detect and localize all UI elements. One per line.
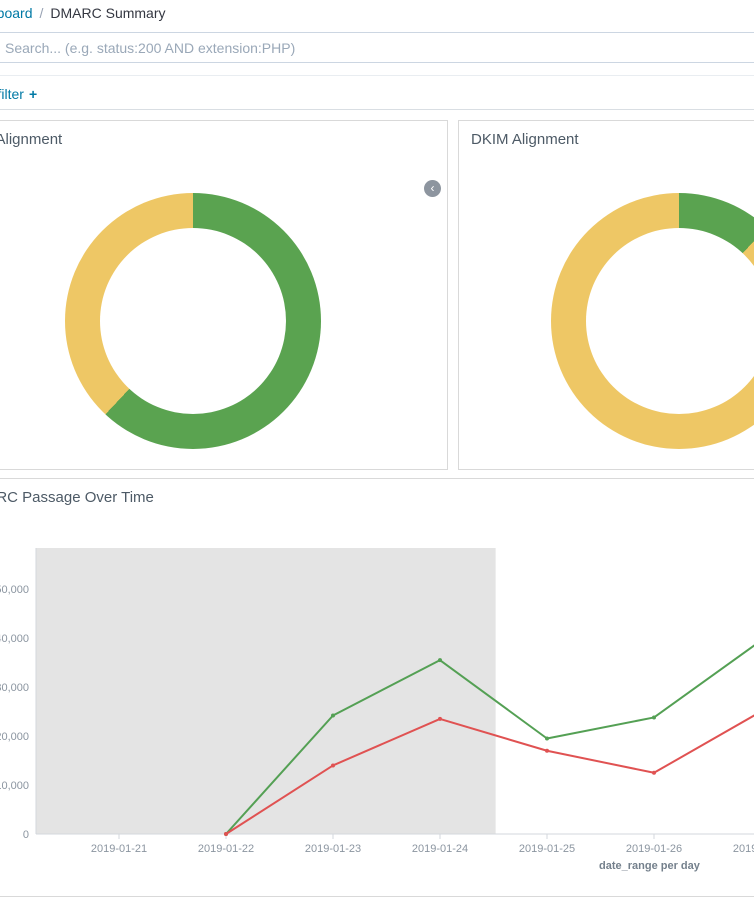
- donut-chart-spf[interactable]: [65, 193, 321, 449]
- panel-spf-alignment: SPF Alignment ‹: [0, 120, 448, 470]
- data-point-green[interactable]: [545, 737, 549, 741]
- panel-dmarc-passage: DMARC Passage Over Time 2019-01-212019-0…: [0, 478, 754, 897]
- x-axis-tick-label: 2019-01-24: [412, 843, 468, 855]
- data-point-green[interactable]: [652, 715, 656, 719]
- data-point-red[interactable]: [331, 763, 335, 767]
- data-point-red[interactable]: [224, 832, 228, 836]
- y-axis-tick-label: 0: [23, 829, 29, 841]
- x-axis-tick-label: 2019-01-25: [519, 843, 575, 855]
- data-point-red[interactable]: [545, 749, 549, 753]
- chevron-left-icon: ‹: [431, 181, 435, 195]
- breadcrumb-separator: /: [40, 5, 44, 21]
- data-point-green[interactable]: [331, 713, 335, 717]
- filter-bar-divider: [0, 109, 754, 110]
- add-filter-link[interactable]: Add a filter +: [0, 86, 37, 102]
- panel-title-dkim: DKIM Alignment: [471, 131, 579, 148]
- x-axis-tick-label: 2019-01-23: [305, 843, 361, 855]
- kibana-dashboard-page: Dashboard / DMARC Summary Add a filter + SP…: [0, 0, 754, 898]
- data-point-green[interactable]: [438, 658, 442, 662]
- x-axis-tick-label: 2019-01-22: [198, 843, 254, 855]
- query-bar-divider: [0, 75, 754, 76]
- y-axis-tick-label: 30,000: [0, 682, 29, 694]
- x-axis-tick-label: 2019-01-26: [626, 843, 682, 855]
- breadcrumb-dashboard-link[interactable]: Dashboard: [0, 5, 33, 21]
- y-axis-tick-label: 40,000: [0, 633, 29, 645]
- y-axis-tick-label: 20,000: [0, 731, 29, 743]
- panel-dkim-alignment: DKIM Alignment ‹: [458, 120, 754, 470]
- data-point-red[interactable]: [652, 771, 656, 775]
- x-axis-tick-label: 2019-01-27: [733, 843, 754, 855]
- legend-toggle-button[interactable]: ‹: [424, 180, 441, 197]
- y-axis-tick-label: 10,000: [0, 780, 29, 792]
- x-axis-title: date_range per day: [599, 860, 701, 872]
- breadcrumb: Dashboard / DMARC Summary: [0, 5, 166, 21]
- x-axis-tick-label: 2019-01-21: [91, 843, 147, 855]
- plus-icon: +: [29, 86, 37, 102]
- add-filter-label: Add a filter: [0, 86, 24, 102]
- breadcrumb-current: DMARC Summary: [50, 5, 165, 21]
- dashboard-viewport: Dashboard / DMARC Summary Add a filter + SP…: [0, 0, 754, 898]
- donut-chart-dkim[interactable]: [551, 193, 754, 449]
- panel-title-spf: SPF Alignment: [0, 131, 62, 148]
- line-chart[interactable]: 2019-01-21 2019-01-22 2019-01-23 2019-01-24…: [0, 479, 754, 897]
- data-point-red[interactable]: [438, 717, 442, 721]
- search-input[interactable]: [0, 32, 754, 63]
- y-axis-tick-label: 50,000: [0, 584, 29, 596]
